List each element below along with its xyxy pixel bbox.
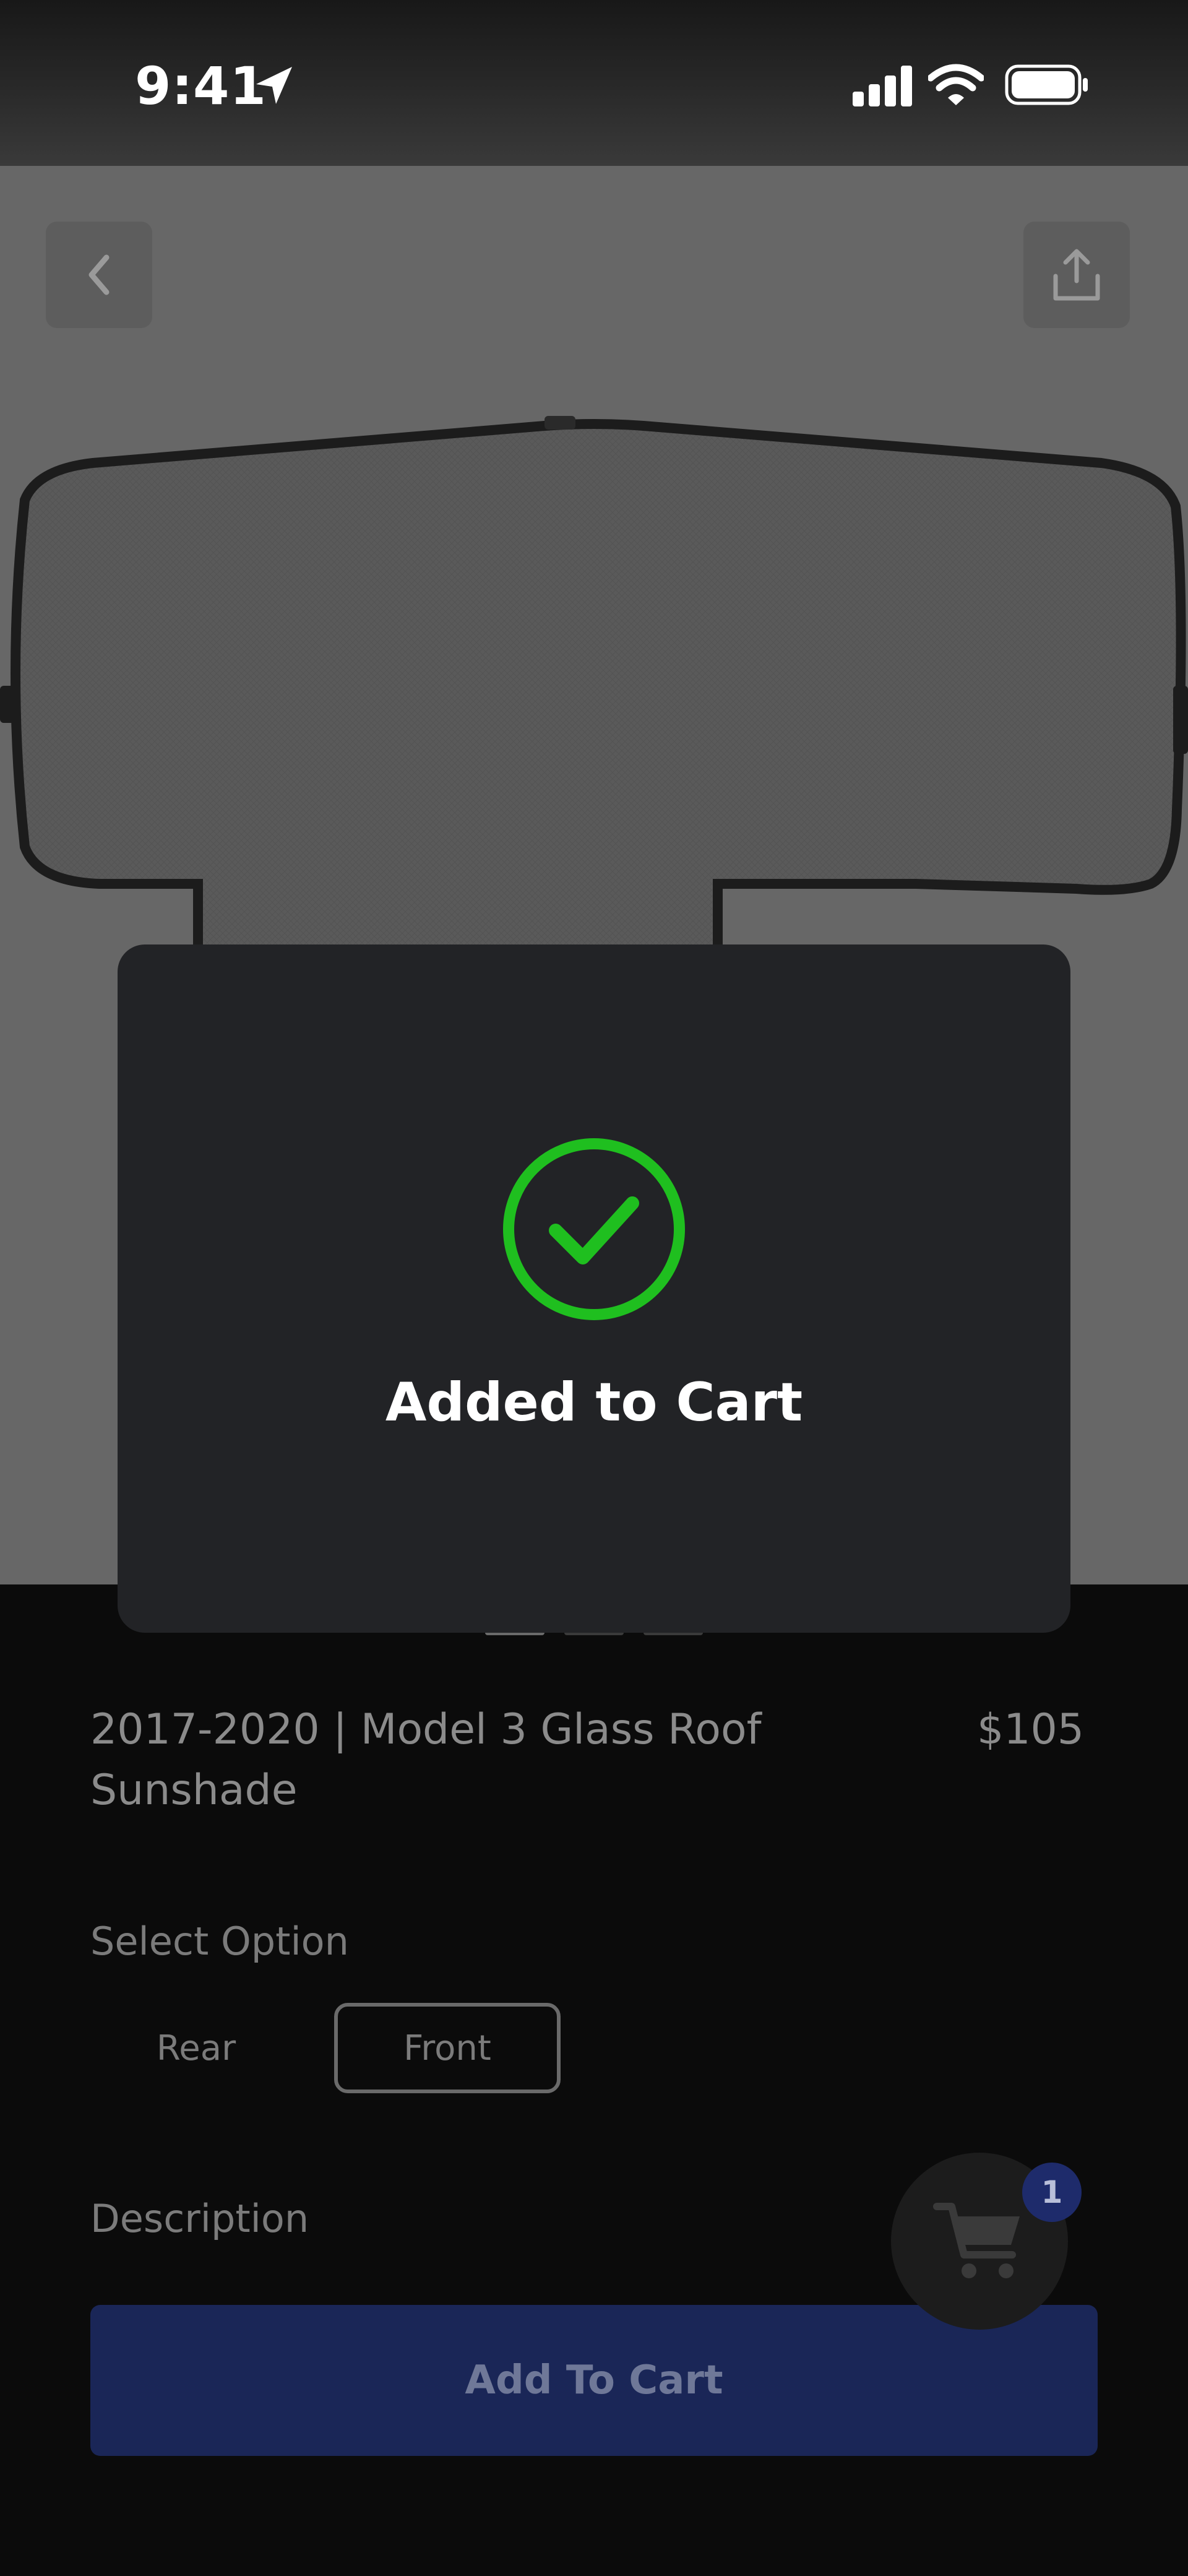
battery-icon [1005,64,1088,105]
product-price: $105 [976,1705,1084,1754]
back-button[interactable] [46,222,152,328]
product-title: 2017-2020 | Model 3 Glass Roof Sunshade [90,1705,762,1815]
product-details-sheet: 2017-2020 | Model 3 Glass Roof Sunshade … [0,1584,1188,2576]
share-button[interactable] [1023,222,1130,328]
added-to-cart-toast: Added to Cart [118,944,1070,1633]
status-time: 9:41 [135,56,267,116]
option-front[interactable]: Front [334,2003,561,2093]
description-label: Description [90,2196,309,2241]
option-rear[interactable]: Rear [115,2003,277,2093]
add-to-cart-button[interactable]: Add To Cart [90,2305,1098,2456]
wifi-icon [928,64,984,105]
select-option-label: Select Option [90,1919,349,1964]
check-circle-icon [503,1138,685,1320]
cart-count-badge: 1 [1022,2163,1082,2222]
cart-icon [933,2203,1020,2278]
status-bar: 9:41 [0,0,1188,166]
toast-message: Added to Cart [385,1372,803,1433]
cellular-signal-icon [853,66,912,106]
option-label: Rear [156,2028,236,2068]
option-label: Front [403,2028,491,2068]
add-to-cart-label: Add To Cart [465,2358,723,2403]
chevron-left-icon [88,254,110,295]
screen: 9:41 2017-2020 | Model 3 Glass Roof Suns… [0,0,1188,2576]
location-arrow-icon [256,67,292,104]
share-icon [1053,249,1100,301]
